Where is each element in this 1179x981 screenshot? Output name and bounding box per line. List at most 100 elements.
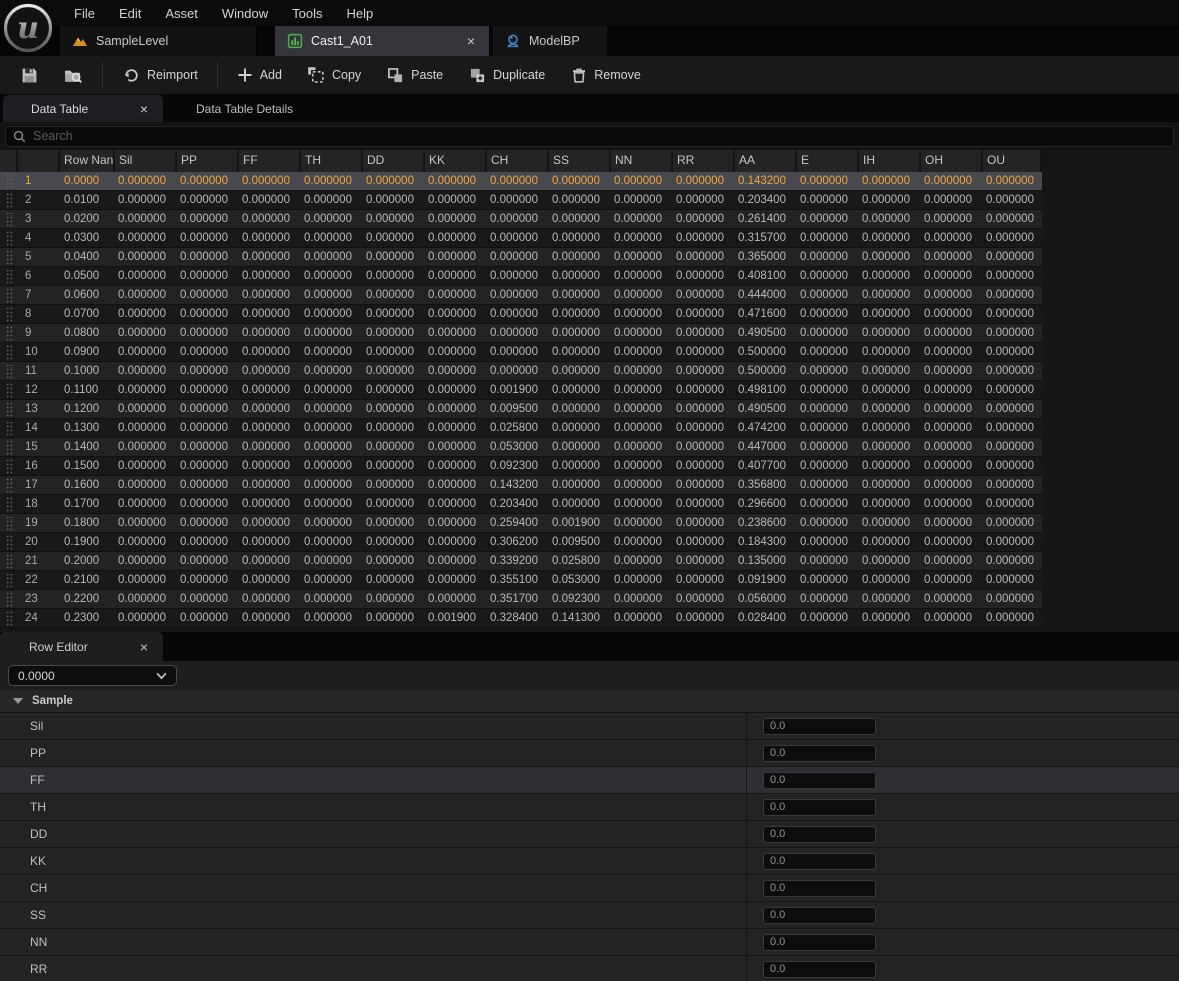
cell-th[interactable]: 0.000000	[301, 476, 363, 494]
cell-th[interactable]: 0.000000	[301, 609, 363, 627]
cell-rr[interactable]: 0.000000	[673, 210, 735, 228]
cell-kk[interactable]: 0.000000	[425, 229, 487, 247]
row-name-cell[interactable]: 0.2200	[60, 590, 115, 608]
cell-th[interactable]: 0.000000	[301, 590, 363, 608]
cell-rr[interactable]: 0.000000	[673, 514, 735, 532]
cell-ch[interactable]: 0.001900	[487, 381, 549, 399]
column-header-th[interactable]: TH	[301, 150, 363, 172]
remove-button[interactable]: Remove	[558, 56, 654, 94]
row-name-cell[interactable]: 0.2000	[60, 552, 115, 570]
cell-ss[interactable]: 0.000000	[549, 210, 611, 228]
cell-sil[interactable]: 0.000000	[115, 381, 177, 399]
cell-ch[interactable]: 0.000000	[487, 343, 549, 361]
cell-ou[interactable]: 0.000000	[983, 438, 1042, 456]
cell-aa[interactable]: 0.490500	[735, 400, 797, 418]
cell-ff[interactable]: 0.000000	[239, 476, 301, 494]
cell-sil[interactable]: 0.000000	[115, 571, 177, 589]
table-row[interactable]: 100.09000.0000000.0000000.0000000.000000…	[0, 343, 1042, 362]
cell-ss[interactable]: 0.000000	[549, 172, 611, 190]
cell-th[interactable]: 0.000000	[301, 533, 363, 551]
cell-sil[interactable]: 0.000000	[115, 229, 177, 247]
cell-pp[interactable]: 0.000000	[177, 514, 239, 532]
property-row-ch[interactable]: CH0.0	[0, 875, 1179, 902]
menu-tools[interactable]: Tools	[280, 6, 334, 21]
cell-kk[interactable]: 0.000000	[425, 286, 487, 304]
cell-ch[interactable]: 0.000000	[487, 172, 549, 190]
property-value-input[interactable]: 0.0	[763, 961, 876, 978]
cell-ff[interactable]: 0.000000	[239, 343, 301, 361]
cell-ff[interactable]: 0.000000	[239, 457, 301, 475]
cell-oh[interactable]: 0.000000	[921, 210, 983, 228]
cell-pp[interactable]: 0.000000	[177, 267, 239, 285]
row-drag-handle-icon[interactable]	[0, 229, 18, 247]
cell-oh[interactable]: 0.000000	[921, 419, 983, 437]
cell-ff[interactable]: 0.000000	[239, 305, 301, 323]
row-name-cell[interactable]: 0.0600	[60, 286, 115, 304]
cell-e[interactable]: 0.000000	[797, 381, 859, 399]
cell-th[interactable]: 0.000000	[301, 305, 363, 323]
cell-kk[interactable]: 0.000000	[425, 172, 487, 190]
cell-e[interactable]: 0.000000	[797, 267, 859, 285]
cell-oh[interactable]: 0.000000	[921, 248, 983, 266]
close-icon[interactable]: ×	[138, 640, 150, 654]
cell-kk[interactable]: 0.000000	[425, 552, 487, 570]
cell-oh[interactable]: 0.000000	[921, 343, 983, 361]
cell-pp[interactable]: 0.000000	[177, 590, 239, 608]
cell-th[interactable]: 0.000000	[301, 343, 363, 361]
cell-pp[interactable]: 0.000000	[177, 438, 239, 456]
cell-ou[interactable]: 0.000000	[983, 381, 1042, 399]
cell-ss[interactable]: 0.000000	[549, 286, 611, 304]
cell-sil[interactable]: 0.000000	[115, 191, 177, 209]
cell-kk[interactable]: 0.000000	[425, 476, 487, 494]
cell-pp[interactable]: 0.000000	[177, 362, 239, 380]
cell-rr[interactable]: 0.000000	[673, 476, 735, 494]
cell-ss[interactable]: 0.000000	[549, 381, 611, 399]
cell-sil[interactable]: 0.000000	[115, 286, 177, 304]
property-value-input[interactable]: 0.0	[763, 880, 876, 897]
cell-ff[interactable]: 0.000000	[239, 609, 301, 627]
cell-ih[interactable]: 0.000000	[859, 533, 921, 551]
cell-oh[interactable]: 0.000000	[921, 457, 983, 475]
cell-oh[interactable]: 0.000000	[921, 381, 983, 399]
cell-oh[interactable]: 0.000000	[921, 172, 983, 190]
cell-ih[interactable]: 0.000000	[859, 457, 921, 475]
table-row[interactable]: 70.06000.0000000.0000000.0000000.0000000…	[0, 286, 1042, 305]
cell-nn[interactable]: 0.000000	[611, 495, 673, 513]
cell-e[interactable]: 0.000000	[797, 495, 859, 513]
cell-oh[interactable]: 0.000000	[921, 267, 983, 285]
cell-ou[interactable]: 0.000000	[983, 590, 1042, 608]
cell-nn[interactable]: 0.000000	[611, 267, 673, 285]
cell-pp[interactable]: 0.000000	[177, 400, 239, 418]
cell-ss[interactable]: 0.025800	[549, 552, 611, 570]
table-row[interactable]: 90.08000.0000000.0000000.0000000.0000000…	[0, 324, 1042, 343]
cell-rr[interactable]: 0.000000	[673, 172, 735, 190]
cell-ss[interactable]: 0.092300	[549, 590, 611, 608]
cell-nn[interactable]: 0.000000	[611, 324, 673, 342]
menu-file[interactable]: File	[62, 6, 107, 21]
cell-ch[interactable]: 0.143200	[487, 476, 549, 494]
row-name-cell[interactable]: 0.1300	[60, 419, 115, 437]
row-drag-handle-icon[interactable]	[0, 324, 18, 342]
row-drag-handle-icon[interactable]	[0, 305, 18, 323]
cell-oh[interactable]: 0.000000	[921, 305, 983, 323]
cell-sil[interactable]: 0.000000	[115, 362, 177, 380]
row-name-cell[interactable]: 0.1700	[60, 495, 115, 513]
cell-ff[interactable]: 0.000000	[239, 514, 301, 532]
cell-kk[interactable]: 0.000000	[425, 324, 487, 342]
cell-rr[interactable]: 0.000000	[673, 571, 735, 589]
tab-cast1-a01[interactable]: Cast1_A01 ×	[275, 26, 489, 56]
row-name-cell[interactable]: 0.1000	[60, 362, 115, 380]
cell-ff[interactable]: 0.000000	[239, 552, 301, 570]
cell-ch[interactable]: 0.092300	[487, 457, 549, 475]
cell-aa[interactable]: 0.143200	[735, 172, 797, 190]
property-row-ss[interactable]: SS0.0	[0, 902, 1179, 929]
cell-ih[interactable]: 0.000000	[859, 324, 921, 342]
cell-e[interactable]: 0.000000	[797, 514, 859, 532]
cell-ih[interactable]: 0.000000	[859, 571, 921, 589]
cell-ff[interactable]: 0.000000	[239, 571, 301, 589]
row-name-cell[interactable]: 0.0700	[60, 305, 115, 323]
cell-th[interactable]: 0.000000	[301, 210, 363, 228]
column-header-ff[interactable]: FF	[239, 150, 301, 172]
cell-sil[interactable]: 0.000000	[115, 305, 177, 323]
unreal-engine-logo-icon[interactable]: u	[3, 3, 53, 53]
